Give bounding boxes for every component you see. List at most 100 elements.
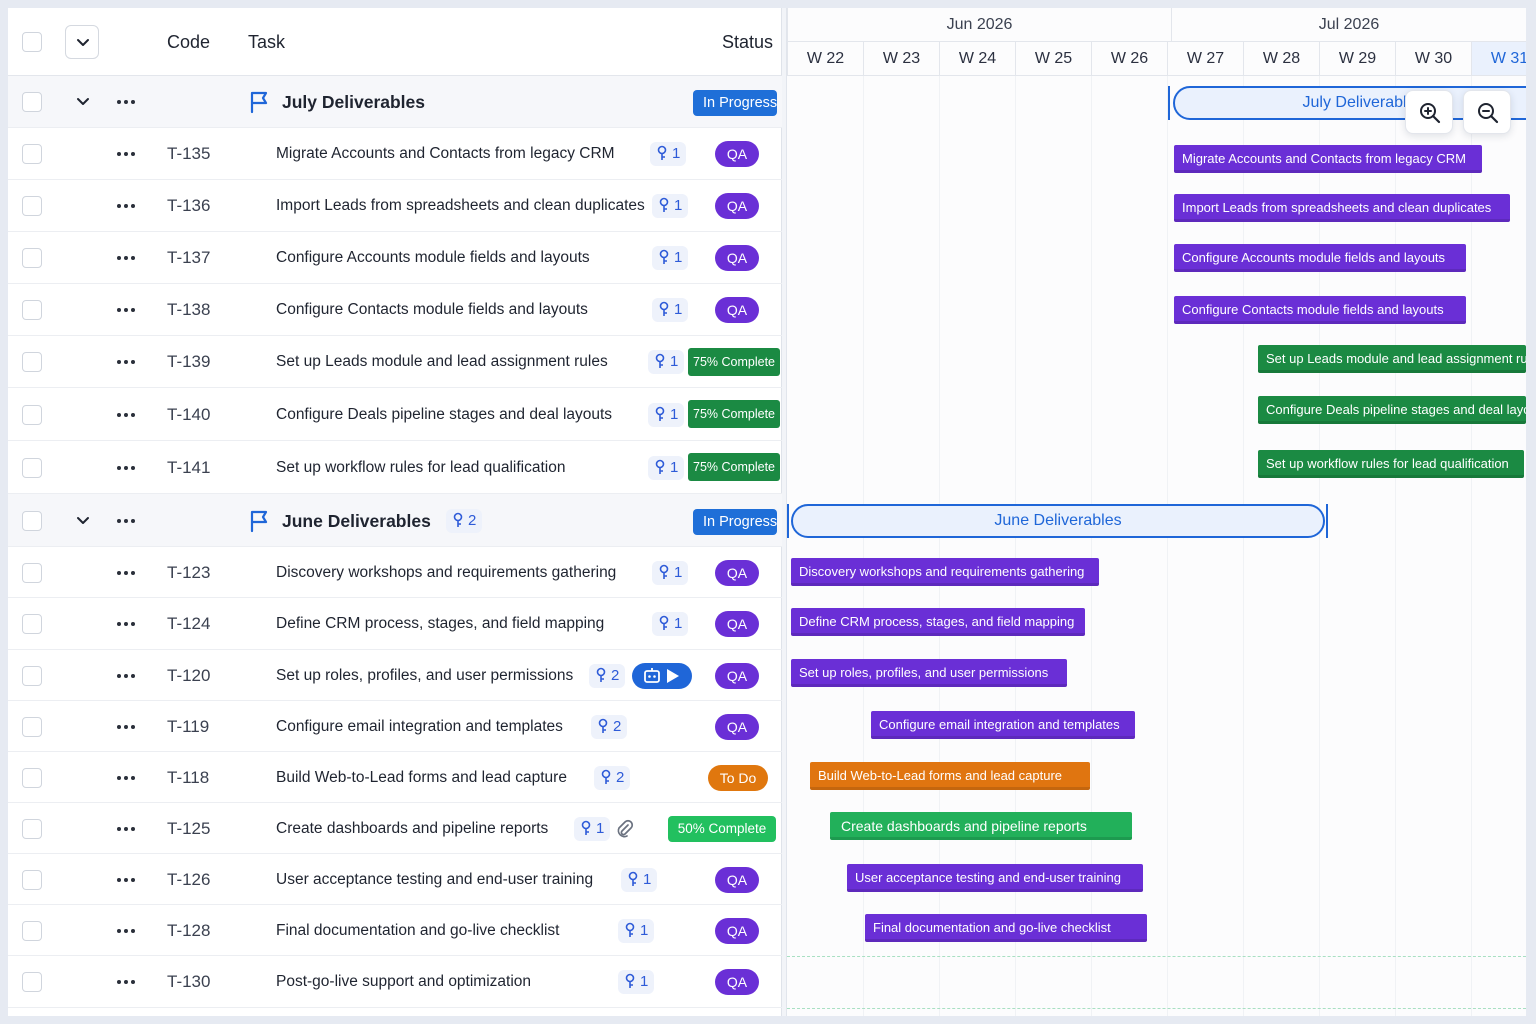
row-checkbox[interactable]: [22, 405, 42, 425]
paperclip-icon[interactable]: [615, 819, 635, 839]
task-bar[interactable]: Configure Accounts module fields and lay…: [1174, 244, 1466, 272]
status-badge[interactable]: 75% Complete: [688, 453, 780, 481]
more-dots-icon[interactable]: [117, 622, 137, 628]
task-bar[interactable]: Create dashboards and pipeline reports: [830, 812, 1132, 840]
summary-bar-start-handle[interactable]: [787, 504, 789, 538]
task-row[interactable]: T-123 Discovery workshops and requirement…: [8, 547, 782, 598]
row-checkbox[interactable]: [22, 717, 42, 737]
zoom-out-button[interactable]: [1463, 90, 1511, 134]
row-checkbox[interactable]: [22, 563, 42, 583]
status-badge[interactable]: 75% Complete: [688, 348, 780, 376]
task-name[interactable]: Migrate Accounts and Contacts from legac…: [276, 145, 615, 163]
task-name[interactable]: Set up Leads module and lead assignment …: [276, 353, 608, 371]
task-row[interactable]: T-137 Configure Accounts module fields an…: [8, 232, 782, 284]
task-row[interactable]: T-128 Final documentation and go-live che…: [8, 905, 782, 956]
row-checkbox[interactable]: [22, 92, 42, 112]
summary-bar-start-handle[interactable]: [1168, 86, 1170, 120]
summary-bar-june[interactable]: June Deliverables: [791, 504, 1325, 538]
task-name[interactable]: Configure email integration and template…: [276, 718, 563, 736]
row-checkbox[interactable]: [22, 300, 42, 320]
status-badge[interactable]: 75% Complete: [688, 400, 780, 428]
group-row-july[interactable]: July Deliverables In Progress: [8, 76, 782, 128]
task-name[interactable]: Set up roles, profiles, and user permiss…: [276, 667, 573, 685]
more-dots-icon[interactable]: [117, 256, 137, 262]
status-badge[interactable]: QA: [715, 245, 759, 271]
week-header[interactable]: W 26: [1091, 42, 1167, 76]
task-bar[interactable]: Discovery workshops and requirements gat…: [791, 558, 1099, 586]
task-row[interactable]: T-140 Configure Deals pipeline stages and…: [8, 388, 782, 441]
week-header[interactable]: W 31: [1471, 42, 1526, 76]
status-badge[interactable]: QA: [715, 141, 759, 167]
task-bar[interactable]: User acceptance testing and end-user tra…: [847, 864, 1143, 892]
status-badge[interactable]: QA: [715, 918, 759, 944]
more-dots-icon[interactable]: [117, 571, 137, 577]
week-header[interactable]: W 29: [1319, 42, 1395, 76]
subtask-count[interactable]: 1: [648, 350, 685, 374]
task-row[interactable]: T-138 Configure Contacts module fields an…: [8, 284, 782, 336]
task-name[interactable]: Import Leads from spreadsheets and clean…: [276, 197, 645, 215]
week-header[interactable]: W 27: [1167, 42, 1243, 76]
week-header[interactable]: W 30: [1395, 42, 1471, 76]
zoom-in-button[interactable]: [1405, 90, 1453, 134]
subtask-count[interactable]: 1: [652, 246, 689, 270]
more-dots-icon[interactable]: [117, 308, 137, 314]
task-row[interactable]: T-124 Define CRM process, stages, and fie…: [8, 598, 782, 650]
task-row[interactable]: T-139 Set up Leads module and lead assign…: [8, 336, 782, 388]
status-badge[interactable]: In Progress: [693, 509, 777, 535]
subtask-count[interactable]: 1: [652, 561, 689, 585]
task-row[interactable]: T-119 Configure email integration and tem…: [8, 701, 782, 752]
week-header[interactable]: W 24: [939, 42, 1015, 76]
more-dots-icon[interactable]: [117, 878, 137, 884]
task-bar[interactable]: Configure Deals pipeline stages and deal…: [1258, 396, 1526, 424]
row-checkbox[interactable]: [22, 196, 42, 216]
task-name[interactable]: Set up workflow rules for lead qualifica…: [276, 459, 565, 477]
select-all-checkbox[interactable]: [22, 32, 42, 52]
column-header-status[interactable]: Status: [722, 32, 773, 53]
status-badge[interactable]: To Do: [708, 765, 768, 791]
task-name[interactable]: Post-go-live support and optimization: [276, 973, 531, 991]
row-checkbox[interactable]: [22, 666, 42, 686]
task-row[interactable]: T-125 Create dashboards and pipeline repo…: [8, 803, 782, 854]
task-name[interactable]: Discovery workshops and requirements gat…: [276, 564, 616, 582]
task-name[interactable]: Create dashboards and pipeline reports: [276, 820, 548, 838]
row-checkbox[interactable]: [22, 352, 42, 372]
task-bar[interactable]: Define CRM process, stages, and field ma…: [791, 608, 1085, 636]
subtask-count[interactable]: 1: [618, 970, 655, 994]
task-row[interactable]: T-135 Migrate Accounts and Contacts from …: [8, 128, 782, 180]
column-header-task[interactable]: Task: [248, 32, 285, 53]
subtask-count[interactable]: 1: [652, 298, 689, 322]
row-checkbox[interactable]: [22, 511, 42, 531]
task-name[interactable]: Define CRM process, stages, and field ma…: [276, 615, 604, 633]
more-dots-icon[interactable]: [117, 827, 137, 833]
task-row[interactable]: T-120 Set up roles, profiles, and user pe…: [8, 650, 782, 701]
status-badge[interactable]: QA: [715, 611, 759, 637]
week-header[interactable]: W 28: [1243, 42, 1319, 76]
more-dots-icon[interactable]: [117, 674, 137, 680]
row-checkbox[interactable]: [22, 248, 42, 268]
more-dots-icon[interactable]: [117, 929, 137, 935]
task-bar[interactable]: Final documentation and go-live checklis…: [865, 914, 1147, 942]
subtask-count[interactable]: 2: [591, 715, 628, 739]
subtask-count[interactable]: 1: [648, 456, 685, 480]
task-bar[interactable]: Set up roles, profiles, and user permiss…: [791, 659, 1067, 687]
subtask-count[interactable]: 2: [446, 509, 483, 533]
row-checkbox[interactable]: [22, 819, 42, 839]
task-name[interactable]: Final documentation and go-live checklis…: [276, 922, 559, 940]
column-header-code[interactable]: Code: [167, 32, 210, 53]
status-badge[interactable]: 50% Complete: [668, 816, 776, 842]
subtask-count[interactable]: 1: [574, 817, 611, 841]
task-bar[interactable]: Set up workflow rules for lead qualifica…: [1258, 450, 1524, 478]
task-name[interactable]: Build Web-to-Lead forms and lead capture: [276, 769, 567, 787]
row-checkbox[interactable]: [22, 614, 42, 634]
chevron-down-icon[interactable]: [75, 513, 91, 529]
row-checkbox[interactable]: [22, 870, 42, 890]
chevron-down-icon[interactable]: [75, 94, 91, 110]
task-name[interactable]: User acceptance testing and end-user tra…: [276, 871, 593, 889]
more-dots-icon[interactable]: [117, 152, 137, 158]
task-row[interactable]: T-118 Build Web-to-Lead forms and lead ca…: [8, 752, 782, 803]
run-automation-button[interactable]: [632, 663, 692, 689]
week-header[interactable]: W 23: [863, 42, 939, 76]
task-bar[interactable]: Import Leads from spreadsheets and clean…: [1174, 194, 1510, 222]
subtask-count[interactable]: 1: [650, 142, 687, 166]
more-dots-icon[interactable]: [117, 725, 137, 731]
